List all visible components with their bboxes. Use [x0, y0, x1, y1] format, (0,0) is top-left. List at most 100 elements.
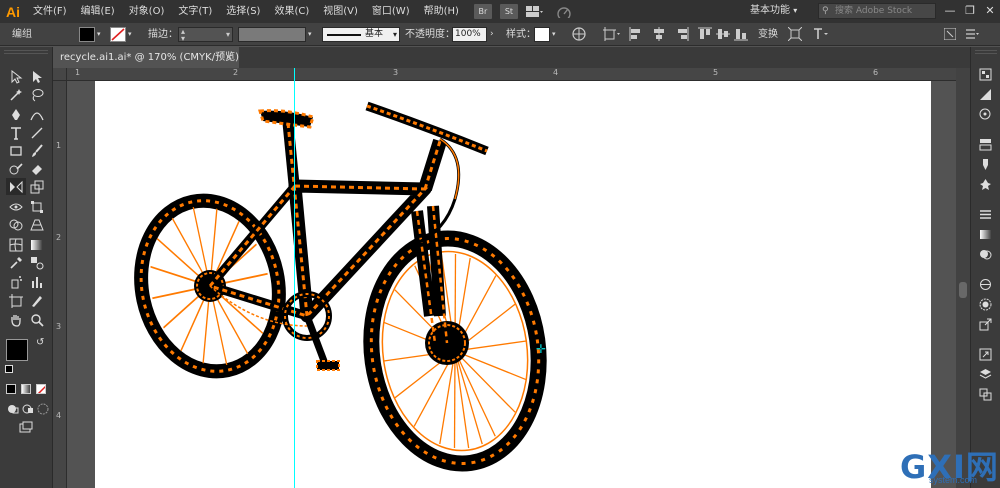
layers-panel-icon[interactable]: [976, 366, 994, 382]
menu-effect[interactable]: 效果(C): [267, 0, 316, 23]
vertical-scrollbar-thumb[interactable]: [959, 282, 967, 298]
guide-line[interactable]: [294, 81, 295, 488]
gpu-performance-icon[interactable]: [556, 5, 574, 19]
artboard[interactable]: ✛: [95, 81, 931, 488]
asset-export-panel-icon[interactable]: [976, 316, 994, 332]
color-guide-panel-icon[interactable]: [976, 86, 994, 102]
menu-view[interactable]: 视图(V): [316, 0, 365, 23]
align-to-icon[interactable]: [603, 23, 621, 46]
tools-panel-grip[interactable]: [4, 50, 48, 54]
stepper-icon[interactable]: ▴ ▾: [181, 28, 185, 43]
menu-object[interactable]: 对象(O): [122, 0, 172, 23]
isolate-group-icon[interactable]: [787, 23, 803, 46]
eyedropper-tool-icon[interactable]: [6, 254, 26, 271]
type-tool-icon[interactable]: [6, 124, 26, 141]
stock-search-input[interactable]: ⚲ 搜索 Adobe Stock: [818, 3, 936, 19]
chevron-down-icon[interactable]: ▾: [552, 23, 556, 46]
none-mode-icon[interactable]: [36, 384, 46, 394]
magic-wand-tool-icon[interactable]: [6, 86, 26, 103]
menu-window[interactable]: 窗口(W): [365, 0, 417, 23]
bicycle-artwork[interactable]: [95, 81, 931, 488]
recolor-artwork-icon[interactable]: [572, 23, 586, 46]
align-right-icon[interactable]: [675, 23, 689, 46]
canvas-area[interactable]: ✛: [67, 68, 970, 488]
align-center-icon[interactable]: [652, 23, 666, 46]
slice-tool-icon[interactable]: [27, 292, 47, 309]
graphic-style-swatch[interactable]: [534, 27, 550, 42]
scale-tool-icon[interactable]: [27, 178, 47, 195]
close-window-button[interactable]: ✕: [980, 0, 1000, 23]
brush-definition[interactable]: 基本 ▾: [322, 27, 400, 42]
documents-arrange-icon[interactable]: [943, 23, 957, 46]
fill-color-box[interactable]: [6, 339, 28, 361]
align-middle-icon[interactable]: [716, 23, 730, 46]
align-left-icon[interactable]: [629, 23, 643, 46]
default-fill-stroke-icon[interactable]: [5, 365, 13, 373]
symbol-sprayer-tool-icon[interactable]: [6, 273, 26, 290]
shape-builder-tool-icon[interactable]: [6, 216, 26, 233]
hand-tool-icon[interactable]: [6, 311, 26, 328]
blend-tool-icon[interactable]: [27, 254, 47, 271]
restore-button[interactable]: ❐: [960, 0, 980, 23]
stock-button[interactable]: St: [499, 4, 518, 19]
document-tab[interactable]: recycle.ai1.ai* @ 170% (CMYK/预览) ×: [53, 47, 239, 68]
line-segment-tool-icon[interactable]: [27, 124, 47, 141]
graphic-styles-panel-icon[interactable]: [976, 296, 994, 312]
menu-select[interactable]: 选择(S): [219, 0, 267, 23]
color-mode-icon[interactable]: [6, 384, 16, 394]
chevron-down-icon[interactable]: ▾: [308, 23, 312, 46]
free-transform-tool-icon[interactable]: [27, 198, 47, 215]
align-top-icon[interactable]: [698, 23, 712, 46]
vertical-scrollbar[interactable]: [956, 68, 970, 488]
menu-edit[interactable]: 编辑(E): [74, 0, 122, 23]
libraries-panel-icon[interactable]: [976, 106, 994, 122]
close-tab-button[interactable]: ×: [225, 47, 233, 68]
color-panel-icon[interactable]: [976, 66, 994, 82]
perspective-grid-tool-icon[interactable]: [27, 216, 47, 233]
rotate-tool-icon[interactable]: [6, 178, 26, 195]
paintbrush-tool-icon[interactable]: [27, 142, 47, 159]
panel-menu-icon[interactable]: [966, 23, 980, 46]
chevron-right-icon[interactable]: ›: [490, 23, 494, 46]
stroke-panel-icon[interactable]: [976, 206, 994, 222]
menu-file[interactable]: 文件(F): [26, 0, 74, 23]
zoom-tool-icon[interactable]: [27, 311, 47, 328]
stroke-weight-input[interactable]: ▴ ▾ ▾: [178, 27, 233, 43]
mesh-tool-icon[interactable]: [6, 236, 26, 253]
gradient-tool-icon[interactable]: [27, 236, 47, 253]
panel-dock-grip[interactable]: [975, 50, 997, 54]
chevron-down-icon[interactable]: ▾: [128, 23, 132, 46]
swatches-panel-icon[interactable]: [976, 136, 994, 152]
align-bottom-icon[interactable]: [734, 23, 748, 46]
ruler-origin[interactable]: [53, 68, 67, 81]
gradient-panel-icon[interactable]: [976, 226, 994, 242]
bridge-button[interactable]: Br: [473, 4, 492, 19]
stroke-swatch[interactable]: [110, 27, 126, 42]
screen-mode-icon[interactable]: [16, 419, 36, 436]
direct-selection-tool-icon[interactable]: [27, 68, 47, 85]
menu-help[interactable]: 帮助(H): [417, 0, 466, 23]
artboard-tool-icon[interactable]: [6, 292, 26, 309]
opacity-label[interactable]: 不透明度：: [405, 23, 455, 46]
eraser-tool-icon[interactable]: [27, 160, 47, 177]
fill-swatch[interactable]: [79, 27, 95, 42]
swap-fill-stroke-icon[interactable]: ↺: [36, 337, 44, 348]
selection-tool-icon[interactable]: [6, 68, 26, 85]
menu-type[interactable]: 文字(T): [171, 0, 219, 23]
width-tool-icon[interactable]: [6, 198, 26, 215]
transform-button[interactable]: 变换: [758, 23, 778, 46]
variable-width-profile[interactable]: [238, 27, 306, 42]
workspace-switcher[interactable]: 基本功能 ▾: [750, 2, 810, 20]
export-panel-icon[interactable]: [976, 346, 994, 362]
curvature-tool-icon[interactable]: [27, 106, 47, 123]
transparency-panel-icon[interactable]: [976, 246, 994, 262]
artboards-panel-icon[interactable]: [976, 386, 994, 402]
symbols-panel-icon[interactable]: [976, 176, 994, 192]
puppet-warp-icon[interactable]: [812, 23, 830, 46]
shaper-tool-icon[interactable]: [6, 160, 26, 177]
gradient-mode-icon[interactable]: [21, 384, 31, 394]
arrange-documents-icon[interactable]: [525, 5, 548, 19]
stroke-label[interactable]: 描边：: [148, 23, 178, 46]
chevron-down-icon[interactable]: ▾: [97, 23, 101, 46]
rectangle-tool-icon[interactable]: [6, 142, 26, 159]
